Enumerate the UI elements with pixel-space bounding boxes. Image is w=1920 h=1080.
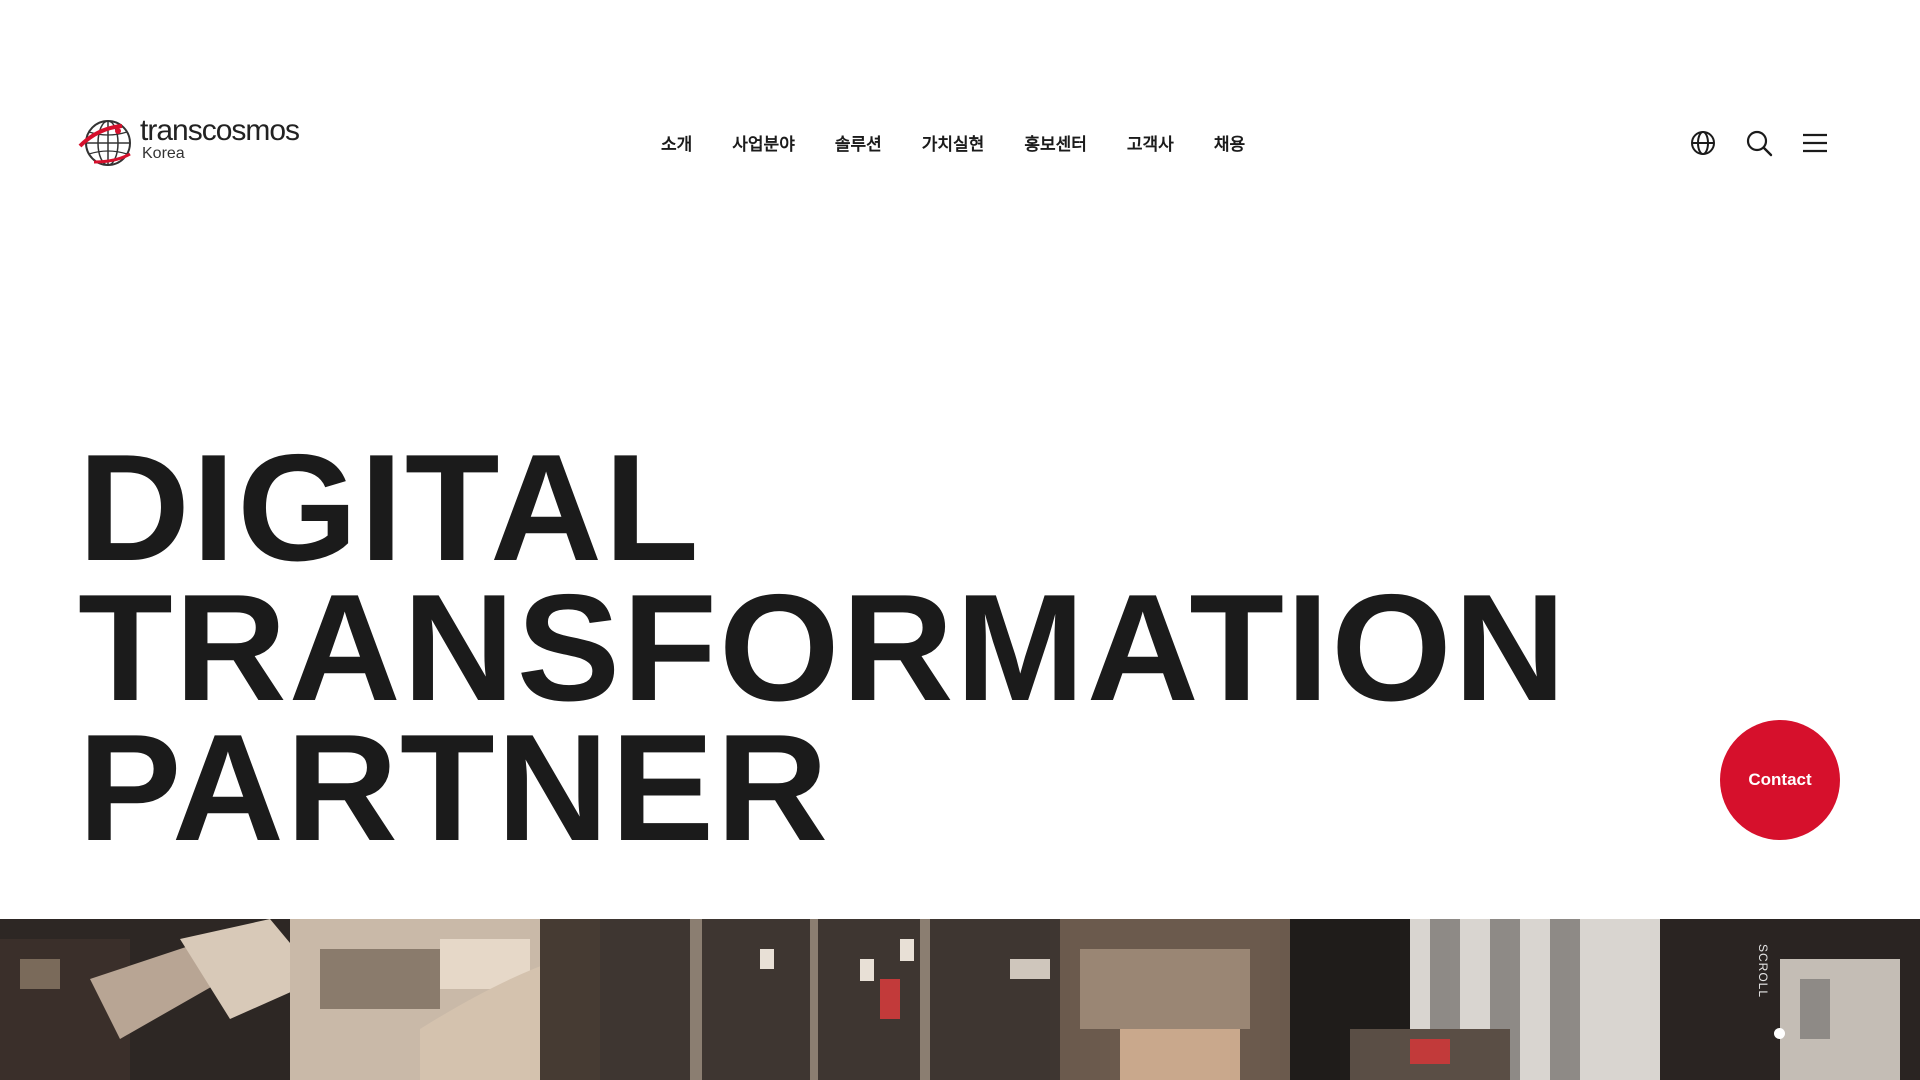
contact-button[interactable]: Contact bbox=[1720, 720, 1840, 840]
nav-item-value[interactable]: 가치실현 bbox=[922, 133, 985, 157]
logo[interactable]: transcosmos Korea bbox=[78, 114, 318, 168]
hero-headline: DIGITAL TRANSFORMATION PARTNER bbox=[78, 432, 1566, 864]
headline-line-1: DIGITAL bbox=[78, 423, 701, 593]
headline-line-3: PARTNER bbox=[78, 703, 831, 873]
nav-item-about[interactable]: 소개 bbox=[661, 133, 692, 157]
headline-line-2: TRANSFORMATION bbox=[78, 563, 1568, 733]
main-nav: 소개 사업분야 솔루션 가치실현 홍보센터 고객사 채용 bbox=[661, 133, 1245, 157]
utility-bar bbox=[1688, 128, 1830, 158]
city-aerial-image bbox=[0, 919, 1920, 1080]
nav-item-pr-center[interactable]: 홍보센터 bbox=[1024, 133, 1087, 157]
globe-logo-icon bbox=[78, 120, 131, 166]
page: transcosmos Korea 소개 사업분야 솔루션 가치실현 홍보센터 … bbox=[0, 0, 1920, 1080]
nav-item-solutions[interactable]: 솔루션 bbox=[835, 133, 882, 157]
site-header: transcosmos Korea 소개 사업분야 솔루션 가치실현 홍보센터 … bbox=[0, 0, 1920, 200]
hero-video bbox=[0, 919, 1920, 1080]
nav-item-clients[interactable]: 고객사 bbox=[1127, 133, 1174, 157]
nav-item-careers[interactable]: 채용 bbox=[1214, 133, 1245, 157]
scroll-indicator-label: SCROLL bbox=[1756, 944, 1770, 999]
scroll-indicator-dot[interactable] bbox=[1774, 1028, 1785, 1039]
logo-subtitle: Korea bbox=[142, 145, 185, 162]
logo-wordmark: transcosmos bbox=[140, 114, 300, 147]
globe-icon[interactable] bbox=[1688, 128, 1718, 158]
nav-item-business[interactable]: 사업분야 bbox=[732, 133, 795, 157]
menu-icon[interactable] bbox=[1800, 128, 1830, 158]
search-icon[interactable] bbox=[1744, 128, 1774, 158]
